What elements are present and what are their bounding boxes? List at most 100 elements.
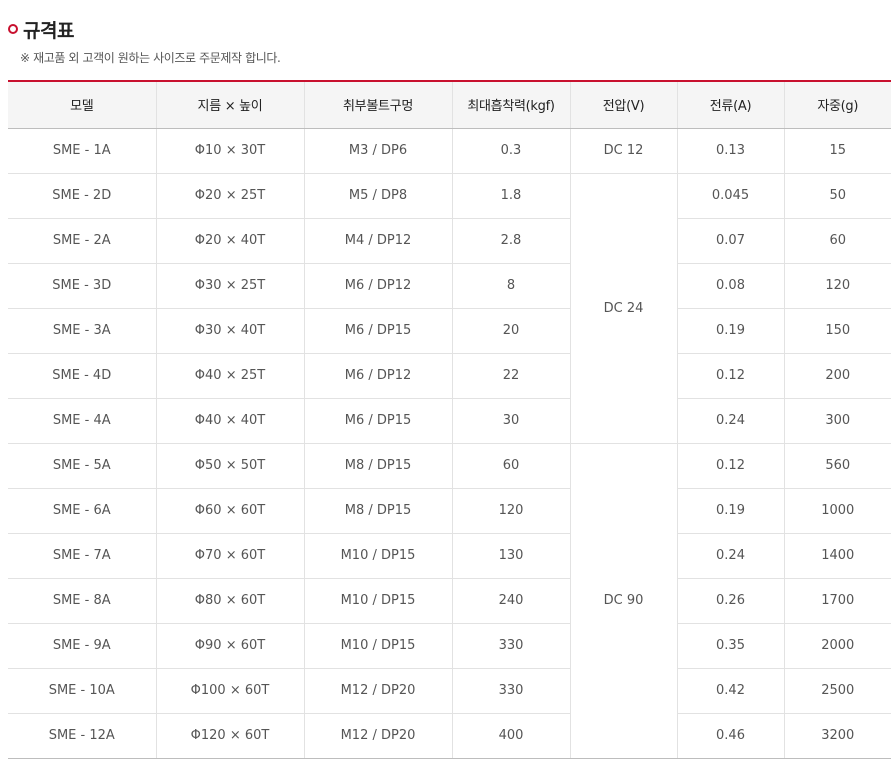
header-max-force: 최대흡착력(kgf): [451, 80, 571, 129]
weight-cell: 300: [783, 397, 891, 444]
header-size: 지름 × 높이: [155, 80, 305, 129]
header-model: 모델: [8, 80, 157, 129]
current-cell: 0.08: [676, 262, 785, 309]
size-cell: Φ30 × 25T: [155, 262, 305, 309]
size-cell: Φ90 × 60T: [155, 622, 305, 669]
current-cell: 0.26: [676, 577, 785, 624]
size-cell: Φ10 × 30T: [155, 127, 305, 174]
weight-cell: 3200: [783, 712, 891, 759]
current-cell: 0.24: [676, 532, 785, 579]
table-row: SME - 1A Φ10 × 30T M3 / DP6 0.3 DC 12 0.13 15: [8, 127, 891, 174]
table-row: SME - 10A Φ100 × 60T M12 / DP20 330 0.42 2500: [8, 667, 891, 714]
header-current: 전류(A): [676, 80, 785, 129]
table-row: SME - 2D Φ20 × 25T M5 / DP8 1.8 DC 24 0.045 50: [8, 172, 891, 444]
spec-table-body: SME - 1A Φ10 × 30T M3 / DP6 0.3 DC 12 0.13 15 S…: [8, 127, 891, 759]
current-cell: 0.07: [676, 217, 785, 264]
max-force-cell: 120: [451, 487, 571, 534]
table-row: SME - 4A Φ40 × 40T M6 / DP15 30 0.24 300: [8, 397, 891, 444]
model-cell: SME - 8A: [8, 577, 157, 624]
model-cell: SME - 2A: [8, 217, 157, 264]
max-force-cell: 30: [451, 397, 571, 444]
current-cell: 0.13: [676, 127, 785, 174]
max-force-cell: 0.3: [451, 127, 571, 174]
weight-cell: 150: [783, 307, 891, 354]
bolt-hole-cell: M3 / DP6: [303, 127, 453, 174]
weight-cell: 50: [783, 172, 891, 219]
custom-order-note: ※ 재고품 외 고객이 원하는 사이즈로 주문제작 합니다.: [20, 51, 281, 65]
size-cell: Φ20 × 40T: [155, 217, 305, 264]
current-cell: 0.12: [676, 352, 785, 399]
current-cell: 0.35: [676, 622, 785, 669]
table-row: SME - 7A Φ70 × 60T M10 / DP15 130 0.24 1400: [8, 532, 891, 579]
bolt-hole-cell: M10 / DP15: [303, 532, 453, 579]
model-cell: SME - 12A: [8, 712, 157, 759]
max-force-cell: 330: [451, 667, 571, 714]
max-force-cell: 20: [451, 307, 571, 354]
weight-cell: 200: [783, 352, 891, 399]
max-force-cell: 2.8: [451, 217, 571, 264]
table-row: SME - 2A Φ20 × 40T M4 / DP12 2.8 0.07 60: [8, 217, 891, 264]
table-row: SME - 8A Φ80 × 60T M10 / DP15 240 0.26 1700: [8, 577, 891, 624]
max-force-cell: 1.8: [451, 172, 571, 219]
weight-cell: 15: [783, 127, 891, 174]
section-header: 규격표: [8, 16, 74, 42]
section-title: 규격표: [23, 19, 74, 42]
table-header-row: 모델 지름 × 높이 취부볼트구멍 최대흡착력(kgf) 전압(V) 전류(A)…: [8, 80, 891, 129]
bolt-hole-cell: M4 / DP12: [303, 217, 453, 264]
model-cell: SME - 3A: [8, 307, 157, 354]
current-cell: 0.24: [676, 397, 785, 444]
bolt-hole-cell: M8 / DP15: [303, 487, 453, 534]
table-row: SME - 3D Φ30 × 25T M6 / DP12 8 0.08 120: [8, 262, 891, 309]
bolt-hole-cell: M12 / DP20: [303, 712, 453, 759]
current-cell: 0.12: [676, 442, 785, 489]
max-force-cell: 22: [451, 352, 571, 399]
table-row: SME - 12A Φ120 × 60T M12 / DP20 400 0.46 3200: [8, 712, 891, 759]
bolt-hole-cell: M6 / DP15: [303, 307, 453, 354]
size-cell: Φ70 × 60T: [155, 532, 305, 579]
table-row: SME - 6A Φ60 × 60T M8 / DP15 120 0.19 1000: [8, 487, 891, 534]
weight-cell: 2500: [783, 667, 891, 714]
table-row: SME - 4D Φ40 × 25T M6 / DP12 22 0.12 200: [8, 352, 891, 399]
max-force-cell: 130: [451, 532, 571, 579]
bolt-hole-cell: M6 / DP12: [303, 262, 453, 309]
voltage-cell: DC 24: [569, 172, 678, 444]
size-cell: Φ40 × 25T: [155, 352, 305, 399]
model-cell: SME - 2D: [8, 172, 157, 219]
size-cell: Φ120 × 60T: [155, 712, 305, 759]
current-cell: 0.19: [676, 487, 785, 534]
circle-bullet-icon: [8, 24, 18, 34]
size-cell: Φ20 × 25T: [155, 172, 305, 219]
weight-cell: 1400: [783, 532, 891, 579]
max-force-cell: 60: [451, 442, 571, 489]
current-cell: 0.045: [676, 172, 785, 219]
bolt-hole-cell: M6 / DP12: [303, 352, 453, 399]
weight-cell: 2000: [783, 622, 891, 669]
voltage-cell: DC 90: [569, 442, 678, 759]
max-force-cell: 330: [451, 622, 571, 669]
max-force-cell: 8: [451, 262, 571, 309]
model-cell: SME - 1A: [8, 127, 157, 174]
max-force-cell: 400: [451, 712, 571, 759]
weight-cell: 560: [783, 442, 891, 489]
bolt-hole-cell: M8 / DP15: [303, 442, 453, 489]
bolt-hole-cell: M5 / DP8: [303, 172, 453, 219]
size-cell: Φ50 × 50T: [155, 442, 305, 489]
bolt-hole-cell: M12 / DP20: [303, 667, 453, 714]
spec-table: 모델 지름 × 높이 취부볼트구멍 최대흡착력(kgf) 전압(V) 전류(A)…: [8, 80, 891, 759]
model-cell: SME - 9A: [8, 622, 157, 669]
current-cell: 0.19: [676, 307, 785, 354]
size-cell: Φ80 × 60T: [155, 577, 305, 624]
model-cell: SME - 4D: [8, 352, 157, 399]
size-cell: Φ100 × 60T: [155, 667, 305, 714]
table-row: SME - 5A Φ50 × 50T M8 / DP15 60 DC 90 0.12 560: [8, 442, 891, 759]
weight-cell: 1700: [783, 577, 891, 624]
bolt-hole-cell: M10 / DP15: [303, 622, 453, 669]
bolt-hole-cell: M10 / DP15: [303, 577, 453, 624]
model-cell: SME - 4A: [8, 397, 157, 444]
model-cell: SME - 6A: [8, 487, 157, 534]
header-voltage: 전압(V): [569, 80, 678, 129]
model-cell: SME - 5A: [8, 442, 157, 489]
current-cell: 0.46: [676, 712, 785, 759]
model-cell: SME - 3D: [8, 262, 157, 309]
header-weight: 자중(g): [783, 80, 891, 129]
